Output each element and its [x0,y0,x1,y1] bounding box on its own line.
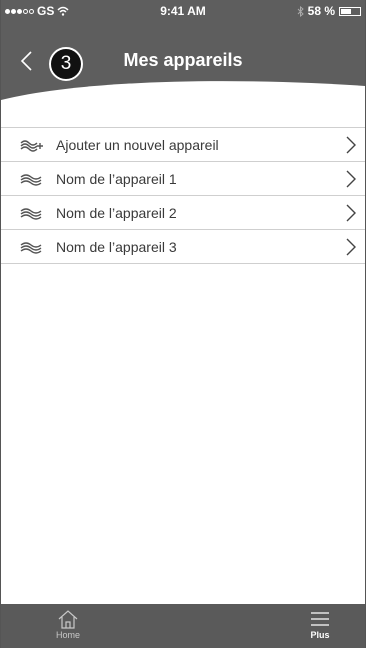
tab-home[interactable]: Home [56,608,80,640]
device-waves-icon [20,172,44,186]
home-icon [58,610,78,629]
list-item-label: Nom de l’appareil 1 [56,170,177,187]
device-list: Ajouter un nouvel appareil Nom de l’appa… [1,127,365,264]
tab-home-label: Home [56,630,81,640]
list-item-device-1[interactable]: Nom de l’appareil 1 [1,162,365,196]
app-screen: GS 9:41 AM 58 % 3 Mes appareils Ajouter … [0,0,366,648]
list-item-label: Ajouter un nouvel appareil [56,136,219,153]
menu-icon [311,612,329,626]
header-wave [1,81,365,118]
list-item-device-3[interactable]: Nom de l’appareil 3 [1,230,365,264]
chevron-right-icon [346,136,356,154]
list-item-label: Nom de l’appareil 2 [56,204,177,221]
chevron-right-icon [346,204,356,222]
device-waves-icon [20,240,44,254]
tab-plus-label: Plus [310,630,330,640]
tab-bar: Home Plus [1,604,365,648]
page-title: Mes appareils [123,50,243,70]
add-device-icon [20,138,44,152]
status-bar: GS 9:41 AM 58 % [1,0,365,22]
tab-plus[interactable]: Plus [309,608,331,640]
list-item-label: Nom de l’appareil 3 [56,238,177,255]
chevron-right-icon [346,170,356,188]
chevron-right-icon [346,238,356,256]
battery-icon [339,6,361,16]
status-right: 58 % [297,4,361,18]
device-waves-icon [20,206,44,220]
list-item-device-2[interactable]: Nom de l’appareil 2 [1,196,365,230]
list-item-add-device[interactable]: Ajouter un nouvel appareil [1,128,365,162]
header: GS 9:41 AM 58 % 3 Mes appareils [1,0,365,118]
bluetooth-icon [297,5,304,17]
battery-percent: 58 % [307,4,335,18]
